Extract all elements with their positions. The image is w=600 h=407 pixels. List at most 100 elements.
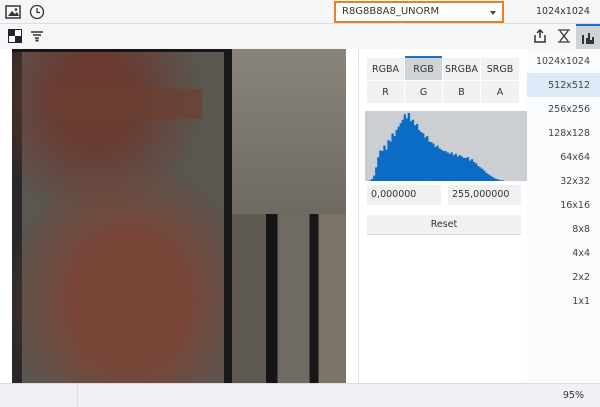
histogram-bar — [434, 147, 437, 181]
mip-level-list: 1024x1024 512x512 256x256 128x128 64x64 32x32… — [527, 49, 600, 383]
histogram-bar — [493, 178, 496, 181]
mode-srgb[interactable]: SRGB — [481, 58, 519, 80]
channel-g[interactable]: G — [405, 81, 442, 103]
chevron-down-icon — [490, 11, 496, 18]
reset-button[interactable]: Reset — [367, 215, 521, 235]
image-viewer[interactable] — [0, 49, 358, 383]
mip-item[interactable]: 512x512 — [527, 73, 600, 98]
histogram-bar — [417, 130, 421, 181]
range-max-input[interactable]: 255,000000 — [448, 185, 521, 205]
top-toolbar: R8G8B8A8_UNORM 1024x1024 — [0, 0, 600, 24]
histogram-bar — [426, 136, 429, 181]
histogram-bar — [419, 132, 423, 181]
histogram-bar — [479, 167, 482, 181]
mode-rgb[interactable]: RGB — [405, 56, 442, 80]
resolution-label: 1024x1024 — [536, 6, 590, 17]
histogram-bar — [415, 123, 419, 181]
histogram-bar — [369, 180, 372, 181]
histogram-bar — [403, 114, 407, 181]
mip-item[interactable]: 32x32 — [527, 169, 600, 193]
mip-item[interactable]: 16x16 — [527, 194, 600, 218]
checkerboard-icon[interactable] — [4, 25, 26, 47]
histogram-bar — [413, 125, 417, 181]
format-dropdown[interactable]: R8G8B8A8_UNORM — [334, 1, 504, 23]
texture-pillars — [232, 214, 346, 383]
channel-panel: RGBA RGB SRGBA SRGB R G B A 0,000000 255… — [358, 49, 528, 383]
histogram-bar — [470, 159, 474, 181]
histogram-bar — [440, 149, 443, 181]
channel-b[interactable]: B — [443, 81, 480, 103]
histogram-bar — [468, 160, 472, 181]
zoom-level: 95% — [562, 390, 584, 401]
export-icon[interactable] — [529, 25, 551, 47]
channel-a[interactable]: A — [481, 81, 519, 103]
histogram-bar — [373, 175, 376, 181]
histogram-bar — [464, 157, 468, 181]
status-divider — [77, 384, 78, 407]
histogram-bar — [395, 130, 398, 181]
texture-preview[interactable] — [12, 49, 346, 383]
histogram-chart[interactable] — [365, 111, 528, 181]
histogram-bar — [446, 152, 449, 181]
mip-item[interactable]: 128x128 — [527, 121, 600, 145]
histogram-bar — [442, 151, 445, 181]
histogram-bar — [460, 156, 464, 181]
histogram-bar — [485, 172, 488, 181]
histogram-bar — [499, 180, 502, 181]
histogram-bar — [438, 148, 441, 181]
histogram-bar — [472, 161, 476, 181]
histogram-bar — [428, 141, 431, 181]
histogram-bar — [448, 153, 451, 181]
histogram-bar — [422, 133, 425, 181]
histogram-bar — [450, 152, 453, 181]
histogram-bar — [391, 133, 394, 181]
histogram-bar — [452, 155, 455, 181]
texture-seam — [224, 49, 232, 383]
range-min-input[interactable]: 0,000000 — [367, 185, 441, 205]
histogram-bar — [489, 175, 492, 181]
histogram-bar — [497, 179, 500, 181]
mip-item[interactable]: 4x4 — [527, 242, 600, 266]
histogram-bar — [495, 178, 498, 181]
mip-item[interactable]: 1x1 — [527, 290, 600, 314]
mode-rgba[interactable]: RGBA — [367, 58, 404, 80]
histogram-bar — [383, 145, 386, 181]
histogram-bar — [389, 141, 392, 181]
mip-item[interactable]: 2x2 — [527, 266, 600, 290]
histogram-bar — [411, 119, 415, 181]
mip-item[interactable]: 1024x1024 — [527, 49, 600, 73]
histogram-bar — [385, 149, 388, 181]
mip-item[interactable]: 64x64 — [527, 145, 600, 169]
histogram-bar — [483, 170, 486, 181]
mip-item[interactable]: 256x256 — [527, 97, 600, 121]
format-value: R8G8B8A8_UNORM — [342, 6, 440, 17]
histogram-bar — [432, 143, 435, 181]
histogram-bar — [481, 168, 484, 181]
histogram-bar — [379, 150, 382, 181]
histogram-bar — [477, 166, 480, 181]
mip-item[interactable]: 8x8 — [527, 218, 600, 242]
histogram-bar — [454, 153, 457, 181]
history-icon[interactable] — [26, 1, 48, 23]
image-icon[interactable] — [2, 1, 24, 23]
histogram-bar — [397, 126, 400, 181]
histogram-bar — [381, 151, 384, 181]
histogram-bar — [405, 118, 409, 181]
hourglass-icon[interactable] — [553, 25, 575, 47]
histogram-bar — [466, 157, 470, 181]
histogram-bar — [387, 140, 390, 181]
texture-panel — [232, 49, 346, 214]
secondary-toolbar — [0, 24, 600, 73]
channel-r[interactable]: R — [367, 81, 404, 103]
texture-frieze — [52, 89, 202, 119]
histogram-bar — [424, 137, 427, 181]
histogram-icon[interactable] — [576, 24, 600, 49]
histogram-bar — [409, 121, 413, 181]
histogram-bar — [458, 155, 462, 181]
mode-srgba[interactable]: SRGBA — [443, 58, 480, 80]
histogram-bar — [401, 119, 404, 181]
status-bar: 95% — [0, 383, 600, 407]
filter-icon[interactable] — [26, 25, 48, 47]
histogram-bar — [393, 136, 396, 181]
histogram-bar — [462, 157, 466, 181]
